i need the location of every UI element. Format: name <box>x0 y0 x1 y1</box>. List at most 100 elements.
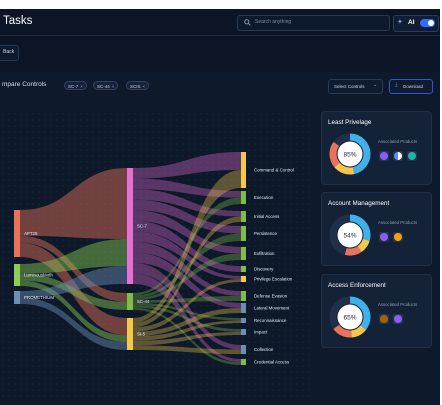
product-badge[interactable] <box>393 151 403 161</box>
select-controls-label: Select Controls <box>334 83 365 89</box>
card-least-privelage[interactable]: Least Privelage 85% Associated Products <box>321 111 432 185</box>
sankey-tactic-label: Collection <box>254 347 274 352</box>
purple-shield-icon <box>394 315 402 323</box>
chevron-down-icon: ⌄ <box>373 82 378 88</box>
sankey-node-tactic[interactable] <box>241 276 246 282</box>
sankey-source-label: PROMETHIUM <box>24 295 54 300</box>
chip-sc44[interactable]: SC-44 × <box>93 81 119 90</box>
card-account-management[interactable]: Account Management 54% Associated Produc… <box>321 192 432 266</box>
donut-chart: 54% <box>329 214 371 256</box>
teal-eyes-icon <box>408 152 416 160</box>
sankey-tactic-label: Initial Access <box>254 214 280 219</box>
sankey-chart: APT29 LuminousMoth PROMETHIUM SC-7 SC-44 SI-5… <box>0 111 311 400</box>
donut-percent: 54% <box>343 233 356 240</box>
sankey-node-tactic[interactable] <box>241 247 246 260</box>
close-icon[interactable]: × <box>112 84 115 89</box>
close-icon[interactable]: × <box>143 84 146 89</box>
sankey-node-promethium[interactable] <box>14 291 20 304</box>
card-title: Account Management <box>328 200 390 207</box>
card-title: Least Privelage <box>328 119 372 126</box>
ai-toggle-box[interactable]: ✦ AI <box>393 15 439 32</box>
blue-split-icon <box>394 152 402 160</box>
sankey-node-sc44[interactable] <box>127 293 133 310</box>
sankey-node-luminous[interactable] <box>14 264 20 286</box>
sankey-tactic-label: Privilege Escalation <box>254 277 293 282</box>
chip-scis[interactable]: SCIS × <box>126 81 150 90</box>
search-placeholder: Search anything <box>255 19 292 25</box>
top-bar: Tasks Search anything ✦ AI <box>0 9 440 36</box>
back-label: Back <box>3 49 15 55</box>
sankey-node-tactic[interactable] <box>241 191 246 204</box>
sankey-source-label: APT29 <box>24 231 38 236</box>
product-badge[interactable] <box>393 232 403 242</box>
chip-label: SC-44 <box>97 84 110 89</box>
search-icon <box>244 19 251 26</box>
compare-panel: mpare Controls SC-7 × SC-44 × SCIS × Select… <box>0 72 440 405</box>
sankey-node-tactic[interactable] <box>241 318 246 323</box>
purple-shield-icon <box>380 152 388 160</box>
download-icon: ⤓ <box>395 82 398 88</box>
sankey-node-si5[interactable] <box>127 318 133 350</box>
download-label: Download <box>403 83 424 89</box>
sankey-node-tactic[interactable] <box>241 345 246 354</box>
card-access-enforcement[interactable]: Access Enforcement 65% Associated Produc… <box>321 274 432 348</box>
sankey-tactic-label: Exfiltration <box>254 251 275 256</box>
download-button[interactable]: ⤓ Download <box>389 79 433 94</box>
sankey-tactic-label: Persistence <box>254 231 277 236</box>
sankey-svg: APT29 LuminousMoth PROMETHIUM SC-7 SC-44 SI-5… <box>14 152 294 365</box>
sankey-node-tactic[interactable] <box>241 291 246 301</box>
sankey-tactic-label: Defense Evasion <box>254 294 288 299</box>
sparkle-icon: ✦ <box>397 19 403 26</box>
sub-toolbar: Back <box>0 36 440 73</box>
sankey-node-tactic[interactable] <box>241 359 246 365</box>
ai-toggle-switch[interactable] <box>420 19 435 27</box>
donut-chart: 85% <box>329 133 371 175</box>
search-input[interactable]: Search anything <box>237 15 390 31</box>
close-icon[interactable]: × <box>80 84 83 89</box>
donut-percent: 85% <box>343 152 356 159</box>
donut-percent: 65% <box>343 315 356 322</box>
chip-label: SCIS <box>130 84 141 89</box>
associated-products-label: Associated Products <box>378 139 418 144</box>
sankey-control-label: SC-7 <box>137 224 148 229</box>
sankey-flow-control <box>133 152 241 179</box>
associated-products-label: Associated Products <box>378 220 418 225</box>
sankey-control-label: SI-5 <box>137 332 146 337</box>
purple-shield-icon <box>380 233 388 241</box>
sankey-tactic-label: Lateral Movement <box>254 306 290 311</box>
sankey-node-tactic[interactable] <box>241 226 246 241</box>
product-badge[interactable] <box>379 151 389 161</box>
chip-label: SC-7 <box>68 84 79 89</box>
sankey-node-sc7[interactable] <box>127 168 133 284</box>
ai-label: AI <box>408 19 415 26</box>
sankey-tactic-label: Reconnaissance <box>254 318 287 323</box>
sankey-node-tactic[interactable] <box>241 152 246 188</box>
sankey-tactic-label: Command & Control <box>254 168 294 173</box>
select-controls-dropdown[interactable]: Select Controls ⌄ <box>328 79 383 94</box>
app-window: Tasks Search anything ✦ AI Back mpare Co… <box>0 9 440 405</box>
product-badge[interactable] <box>379 314 389 324</box>
brown-cube-icon <box>380 315 388 323</box>
sankey-flow-source <box>20 168 127 239</box>
sankey-node-tactic[interactable] <box>241 211 246 222</box>
sankey-source-label: LuminousMoth <box>24 273 53 278</box>
sankey-node-tactic[interactable] <box>241 303 246 313</box>
sankey-node-tactic[interactable] <box>241 329 246 335</box>
product-badge[interactable] <box>393 314 403 324</box>
sankey-tactic-label: Impact <box>254 330 268 335</box>
sankey-node-tactic[interactable] <box>241 266 246 272</box>
orange-badge-icon <box>394 233 402 241</box>
product-badge[interactable] <box>407 151 417 161</box>
sankey-tactic-label: Credential Access <box>254 360 290 365</box>
compare-title: mpare Controls <box>2 81 47 88</box>
sankey-tactic-label: Execution <box>254 195 274 200</box>
sankey-control-label: SC-44 <box>137 299 150 304</box>
donut-chart: 65% <box>329 296 371 338</box>
card-title: Access Enforcement <box>328 282 386 289</box>
chip-sc7[interactable]: SC-7 × <box>64 81 87 90</box>
sankey-node-apt29[interactable] <box>14 210 20 257</box>
toggle-knob <box>428 20 434 26</box>
product-badge[interactable] <box>379 232 389 242</box>
back-button[interactable]: Back <box>0 45 19 61</box>
page-title: Tasks <box>3 15 33 27</box>
